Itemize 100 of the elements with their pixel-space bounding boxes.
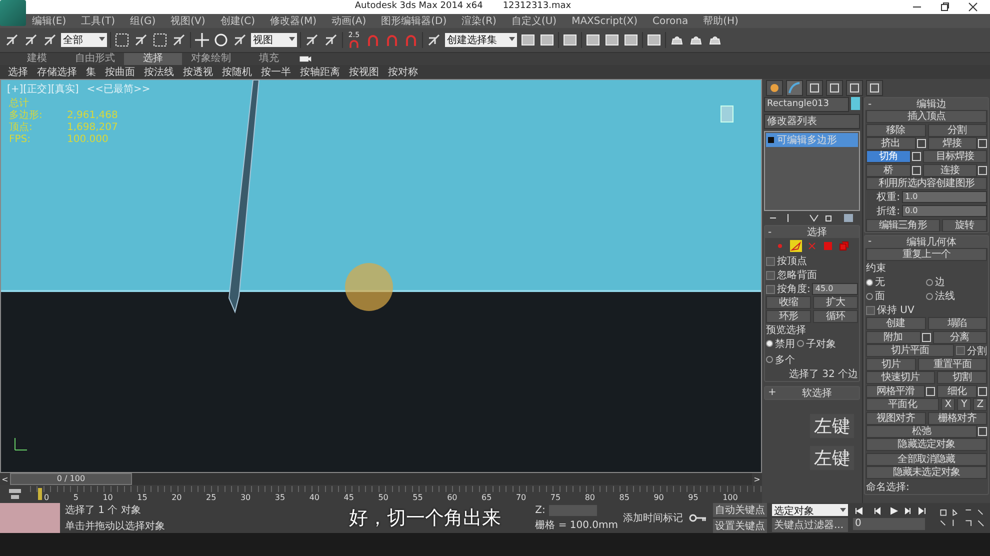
settings-button[interactable] [912,166,921,175]
panel-button[interactable]: 网格平滑 [866,384,926,398]
rollout-header[interactable]: - 选择 [765,226,859,238]
window-thumbnail[interactable] [0,503,60,533]
panel-button[interactable]: 挤出 [866,136,916,150]
next-frame-button[interactable]: > [752,474,762,484]
toolbar-icon[interactable] [114,32,130,48]
checkbox[interactable]: 分割 [956,344,987,358]
panel-button[interactable]: 切片平面 [866,344,954,358]
set-key-button[interactable]: 设置关键点 [713,519,767,533]
command-panel-tab-icon[interactable] [846,80,863,96]
panel-button[interactable]: 移除 [866,124,926,137]
toolbar-icon[interactable] [562,32,578,48]
selection-set-dropdown[interactable]: 创建选择集 [445,33,517,47]
toolbar-icon[interactable] [539,32,555,48]
z-coordinate-field[interactable] [549,504,598,516]
ribbon-tab[interactable]: 对象绘制 [182,53,240,65]
settings-button[interactable] [978,166,987,175]
settings-button[interactable] [922,332,930,342]
command-panel-tab-icon[interactable] [806,80,823,96]
panel-button[interactable]: 旋转 [942,218,987,232]
panel-button[interactable]: 隐藏选定对象 [866,438,987,452]
ribbon-tab[interactable]: 建模 [8,53,66,65]
panel-button[interactable]: 附加 [866,330,920,344]
toolbar-icon[interactable] [585,32,601,48]
command-panel-tab-icon[interactable] [786,80,803,96]
ribbon-item[interactable]: 按一半 [261,65,291,79]
panel-button[interactable]: 利用所选内容创建图形 [866,177,987,190]
toolbar-icon[interactable] [232,32,248,48]
ribbon-item[interactable]: 按随机 [222,65,252,79]
menu-item[interactable]: 工具(T) [81,14,116,28]
toolbar-icon[interactable] [213,32,229,48]
panel-button[interactable]: 平面化 [866,398,939,412]
panel-button[interactable]: 分割 [928,124,987,137]
toolbar-icon[interactable] [304,32,320,48]
close-icon[interactable] [968,2,978,12]
toolbar-icon[interactable] [171,32,187,48]
add-time-tag[interactable]: 添加时间标记 [623,511,683,525]
camera-icon[interactable] [298,54,312,64]
settings-button[interactable] [978,138,987,148]
spinner-field[interactable]: 1.0 [902,191,987,204]
ribbon-item[interactable]: 按曲面 [105,65,135,79]
settings-button[interactable] [978,386,988,396]
checkbox[interactable]: 按角度: [766,282,810,296]
menu-item[interactable]: 自定义(U) [511,14,557,28]
ribbon-tab[interactable]: 填充 [240,53,298,65]
panel-button[interactable]: 塌陷 [928,317,987,330]
previous-frame-button[interactable]: < [0,474,10,484]
radio-button[interactable]: 法线 [926,289,984,304]
panel-button[interactable]: 编辑三角形 [866,218,940,232]
time-slider-track[interactable]: 0 / 100 [10,473,752,485]
settings-button[interactable] [978,427,987,436]
spinner-field[interactable]: 45.0 [812,283,858,295]
toolbar-icon[interactable] [646,32,662,48]
panel-button[interactable]: 收缩 [766,296,811,310]
radio-button[interactable]: 无 [866,275,924,290]
panel-button[interactable]: 环形 [766,310,811,323]
ribbon-item[interactable]: 集 [86,65,96,79]
toolbar-icon[interactable] [194,32,210,48]
panel-button[interactable]: 插入顶点 [866,110,987,124]
panel-button[interactable]: 切割 [937,371,988,384]
panel-button[interactable]: 细化 [937,384,978,398]
panel-button[interactable]: 目标焊接 [922,150,988,164]
panel-button[interactable]: 循环 [813,310,858,323]
menu-item[interactable]: 图形编辑器(D) [381,14,447,28]
toolbar-icon[interactable] [520,32,536,48]
panel-button[interactable]: 隐藏未选定对象 [866,466,987,480]
coordinate-dropdown[interactable]: 视图 [251,33,297,47]
ribbon-item[interactable]: 按透视 [183,65,213,79]
command-panel-tab-icon[interactable] [826,80,843,96]
menu-item[interactable]: 组(G) [130,14,156,28]
menu-item[interactable]: MAXScript(X) [572,16,638,26]
ribbon-item[interactable]: 按法线 [144,65,174,79]
menu-item[interactable]: 动画(A) [332,14,366,28]
subobject-icon[interactable] [790,240,802,252]
current-frame-field[interactable]: 0 [853,518,925,530]
menu-item[interactable]: 编辑(E) [32,14,66,28]
toolbar-icon[interactable] [23,32,39,48]
panel-button[interactable]: 焊接 [928,136,977,150]
object-name-field[interactable]: Rectangle013 [764,97,849,112]
axis-button[interactable]: X [941,398,955,412]
ribbon-tab[interactable]: 自由形式 [66,53,124,65]
panel-button[interactable]: 视图对齐 [866,412,926,425]
toolbar-icon[interactable] [4,32,20,48]
ribbon-item[interactable]: 存储选择 [37,65,77,79]
settings-button[interactable] [916,138,926,148]
menu-item[interactable]: 渲染(R) [462,14,496,28]
time-slider-thumb[interactable]: 0 / 100 [10,473,132,485]
rollout-header[interactable]: + 软选择 [765,386,859,399]
key-icon[interactable] [688,513,708,523]
ribbon-item[interactable]: 按对称 [388,65,418,79]
rollout-header[interactable]: - 编辑边 [865,98,988,110]
ribbon-item[interactable]: 按视图 [349,65,379,79]
menu-item[interactable]: 创建(C) [220,14,256,28]
panel-button[interactable]: 切片 [866,358,916,372]
command-panel-tab-icon[interactable] [766,80,783,96]
checkbox[interactable]: 保持 UV [866,303,914,318]
object-color-swatch[interactable] [851,97,860,110]
menu-item[interactable]: Corona [652,16,688,26]
ribbon-tab[interactable]: 选择 [124,53,182,65]
